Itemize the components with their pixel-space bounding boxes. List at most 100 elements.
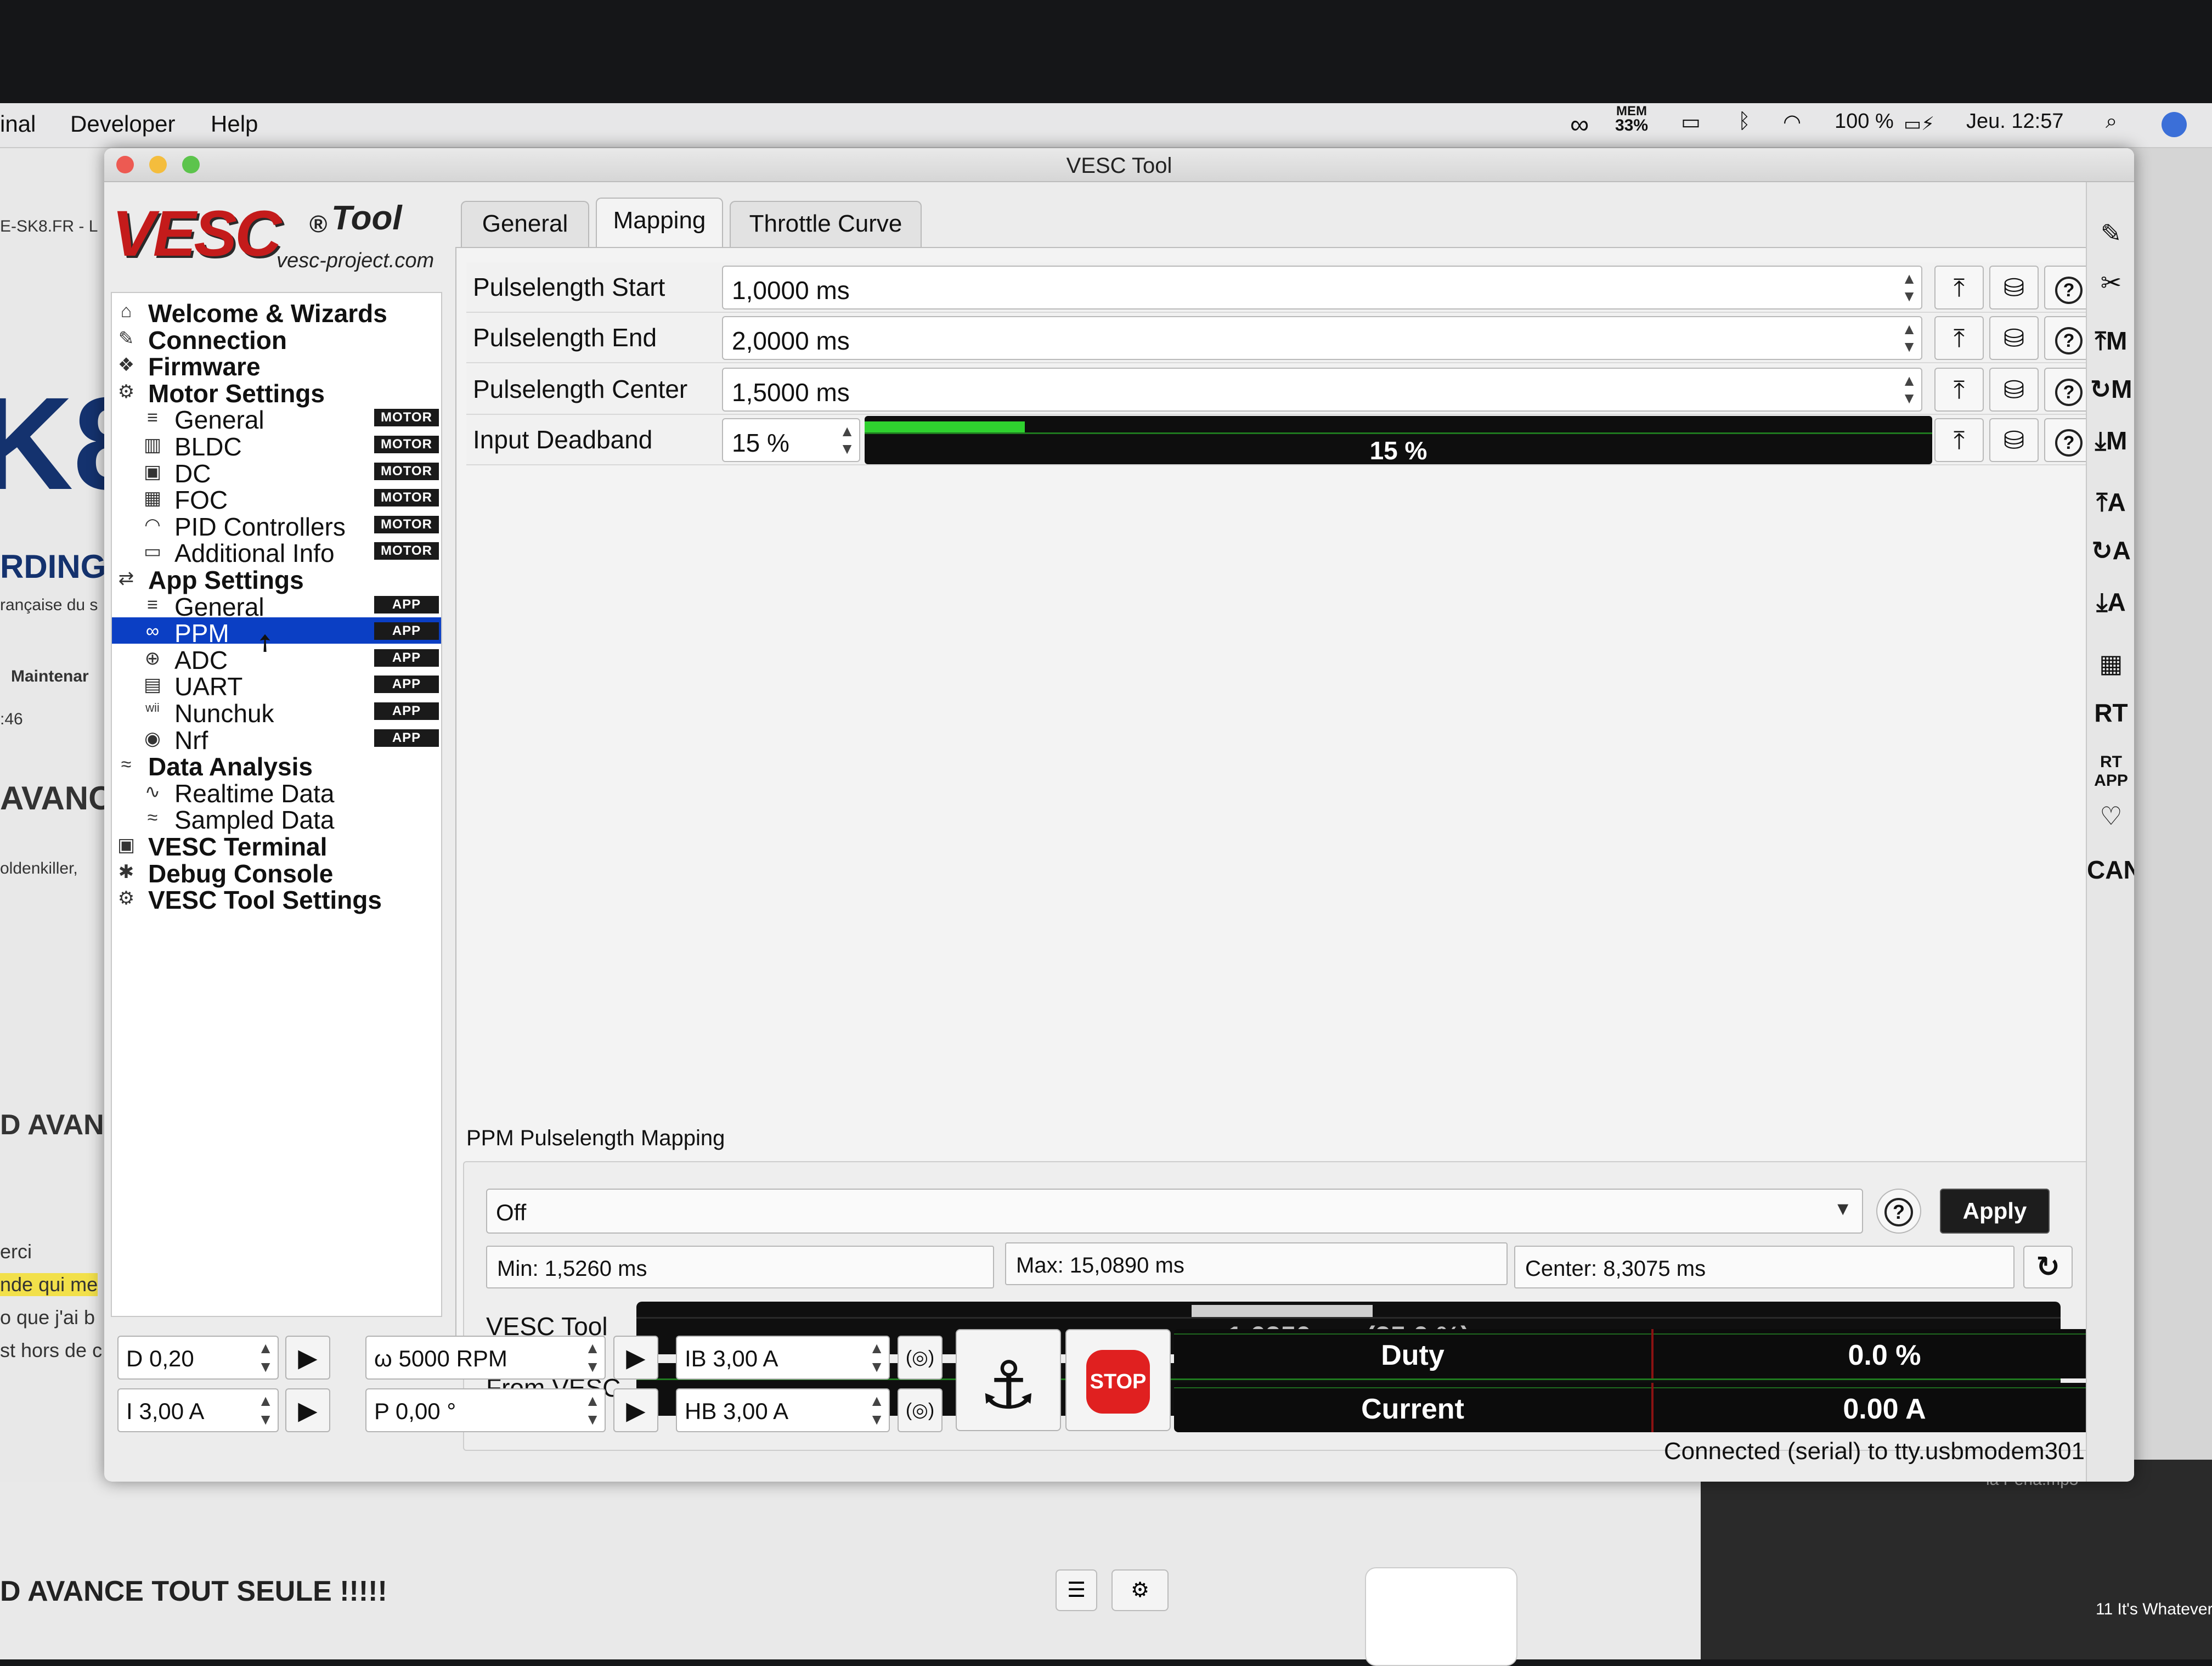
spin-arrows-icon[interactable]: ▲ ▼ bbox=[258, 1392, 273, 1429]
help-icon: ? bbox=[1884, 1198, 1913, 1226]
sidebar-item-pid-controllers[interactable]: ◠ PID Controllers MOTOR bbox=[112, 511, 441, 541]
param-value-input[interactable]: 15 % ▲ ▼ bbox=[722, 418, 860, 462]
spin-arrows-icon[interactable]: ▲ ▼ bbox=[869, 1339, 884, 1376]
position-input[interactable]: P 0,00 ° ▲ ▼ bbox=[365, 1388, 606, 1432]
duty-input[interactable]: D 0,20 ▲ ▼ bbox=[117, 1336, 279, 1380]
blocks-icon[interactable]: ▦ bbox=[2087, 649, 2134, 678]
sidebar-item-vesc-terminal[interactable]: ▣ VESC Terminal bbox=[112, 831, 441, 861]
disconnect-icon[interactable]: ✂ bbox=[2087, 268, 2134, 297]
read-default-button[interactable]: ⛁ bbox=[1989, 418, 2039, 462]
tab-general[interactable]: General bbox=[461, 201, 589, 248]
wifi-icon[interactable]: ◠ bbox=[1783, 110, 1801, 134]
sidebar-item-bldc[interactable]: ▥ BLDC MOTOR bbox=[112, 431, 441, 461]
connect-icon[interactable]: ✎ bbox=[2087, 218, 2134, 248]
creative-cloud-icon[interactable]: ∞ bbox=[1570, 110, 1589, 140]
sidebar-item-icon: ✱ bbox=[118, 861, 134, 882]
upload-button[interactable]: ⤒ bbox=[1934, 418, 1984, 462]
sidebar-item-debug-console[interactable]: ✱ Debug Console bbox=[112, 858, 441, 888]
read-app-config-icon[interactable]: ⤒A bbox=[2087, 487, 2134, 518]
current-input[interactable]: I 3,00 A ▲ ▼ bbox=[117, 1388, 279, 1432]
database-icon: ⛁ bbox=[2003, 426, 2025, 454]
spin-arrows-icon[interactable]: ▲ ▼ bbox=[258, 1339, 273, 1376]
sidebar-item-realtime-data[interactable]: ∿ Realtime Data bbox=[112, 778, 441, 808]
param-value-input[interactable]: 1,5000 ms ▲ ▼ bbox=[722, 368, 1922, 412]
mapping-mode-select[interactable]: Off ▼ bbox=[486, 1189, 1863, 1234]
settings-icon[interactable]: ⚙ bbox=[1111, 1569, 1169, 1611]
read-default-button[interactable]: ⛁ bbox=[1989, 368, 2039, 412]
set-duty-button[interactable]: ▶ bbox=[285, 1336, 330, 1380]
brake-current-input[interactable]: IB 3,00 A ▲ ▼ bbox=[676, 1336, 890, 1380]
read-default-motor-config-icon[interactable]: ↻M bbox=[2087, 374, 2134, 404]
param-value: 1,5000 ms bbox=[732, 378, 850, 407]
siri-icon[interactable] bbox=[2162, 112, 2187, 137]
mapping-help-button[interactable]: ? bbox=[1876, 1189, 1921, 1234]
sidebar-item-icon: ⚙ bbox=[117, 381, 135, 402]
spin-arrows-icon[interactable]: ▲ ▼ bbox=[1901, 270, 1917, 305]
sidebar-item-app-settings[interactable]: ⇄ App Settings bbox=[112, 564, 441, 594]
menu-help[interactable]: Help bbox=[211, 111, 258, 137]
spin-arrows-icon[interactable]: ▲ ▼ bbox=[869, 1392, 884, 1429]
can-icon[interactable]: CAN bbox=[2087, 855, 2134, 885]
read-default-app-config-icon[interactable]: ↻A bbox=[2087, 536, 2134, 565]
heart-icon[interactable]: ♡ bbox=[2087, 801, 2134, 831]
realtime-app-data-icon[interactable]: RT APP bbox=[2087, 753, 2134, 790]
rpm-input[interactable]: ω 5000 RPM ▲ ▼ bbox=[365, 1336, 606, 1380]
sidebar-item-foc[interactable]: ▦ FOC MOTOR bbox=[112, 484, 441, 514]
spin-arrows-icon[interactable]: ▲ ▼ bbox=[1901, 372, 1917, 407]
upload-button[interactable]: ⤒ bbox=[1934, 316, 1984, 360]
set-rpm-button[interactable]: ▶ bbox=[613, 1336, 658, 1380]
read-motor-config-icon[interactable]: ⤒M bbox=[2087, 326, 2134, 357]
tab-throttle-curve[interactable]: Throttle Curve bbox=[730, 201, 922, 248]
realtime-data-icon[interactable]: RT bbox=[2087, 698, 2134, 728]
sidebar-item-vesc-tool-settings[interactable]: ⚙ VESC Tool Settings bbox=[112, 884, 441, 914]
sidebar-item-dc[interactable]: ▣ DC MOTOR bbox=[112, 458, 441, 488]
stop-button[interactable]: STOP bbox=[1065, 1329, 1171, 1431]
apply-button[interactable]: Apply bbox=[1940, 1189, 2050, 1234]
category-badge: APP bbox=[374, 676, 439, 694]
sidebar-item-uart[interactable]: ▤ UART APP bbox=[112, 671, 441, 701]
comment-icon[interactable]: ☰ bbox=[1056, 1569, 1097, 1611]
spin-arrows-icon[interactable]: ▲ ▼ bbox=[585, 1392, 600, 1429]
sidebar-item-additional-info[interactable]: ▭ Additional Info MOTOR bbox=[112, 537, 441, 567]
upload-button[interactable]: ⤒ bbox=[1934, 368, 1984, 412]
spotlight-icon[interactable]: ⌕ bbox=[2106, 110, 2117, 133]
upload-button[interactable]: ⤒ bbox=[1934, 266, 1984, 309]
read-default-button[interactable]: ⛁ bbox=[1989, 316, 2039, 360]
anchor-button[interactable]: ⚓ bbox=[956, 1329, 1061, 1431]
set-current-button[interactable]: ▶ bbox=[285, 1388, 330, 1432]
sidebar-item-sampled-data[interactable]: ≈ Sampled Data bbox=[112, 804, 441, 834]
menu-terminal[interactable]: inal bbox=[0, 111, 36, 137]
sidebar-item-welcome-wizards[interactable]: ⌂ Welcome & Wizards bbox=[112, 297, 441, 328]
sidebar-item-icon: ∿ bbox=[144, 781, 161, 802]
param-value: 2,0000 ms bbox=[732, 327, 850, 355]
sidebar-item-general[interactable]: ≡ General MOTOR bbox=[112, 404, 441, 434]
set-brake-button[interactable]: (◎) bbox=[898, 1336, 943, 1380]
sidebar-item-nrf[interactable]: ◉ Nrf APP bbox=[112, 724, 441, 755]
set-position-button[interactable]: ▶ bbox=[613, 1388, 658, 1432]
sidebar-item-data-analysis[interactable]: ≈ Data Analysis bbox=[112, 751, 441, 781]
sidebar-item-motor-settings[interactable]: ⚙ Motor Settings bbox=[112, 378, 441, 408]
clock[interactable]: Jeu. 12:57 bbox=[1966, 110, 2063, 133]
reset-mapping-button[interactable]: ↻ bbox=[2023, 1246, 2073, 1288]
write-motor-config-icon[interactable]: ⤓M bbox=[2087, 426, 2134, 457]
airplay-icon[interactable]: ▭ bbox=[1681, 110, 1701, 134]
tab-mapping[interactable]: Mapping bbox=[596, 198, 723, 249]
sidebar-item-nunchuk[interactable]: wii Nunchuk APP bbox=[112, 697, 441, 728]
category-badge: MOTOR bbox=[374, 462, 439, 480]
sidebar-item-general[interactable]: ≡ General APP bbox=[112, 591, 441, 621]
param-value-input[interactable]: 1,0000 ms ▲ ▼ bbox=[722, 266, 1922, 309]
set-handbrake-button[interactable]: (◎) bbox=[898, 1388, 943, 1432]
handbrake-input[interactable]: HB 3,00 A ▲ ▼ bbox=[676, 1388, 890, 1432]
read-default-button[interactable]: ⛁ bbox=[1989, 266, 2039, 309]
param-value-input[interactable]: 2,0000 ms ▲ ▼ bbox=[722, 316, 1922, 360]
sidebar-item-connection[interactable]: ✎ Connection bbox=[112, 324, 441, 354]
sidebar-item-firmware[interactable]: ❖ Firmware bbox=[112, 351, 441, 381]
write-app-config-icon[interactable]: ⤓A bbox=[2087, 587, 2134, 618]
battery-icon[interactable]: ▭⚡ bbox=[1904, 113, 1934, 135]
sidebar-item-ppm[interactable]: ∞ PPM APP bbox=[112, 617, 441, 648]
bluetooth-icon[interactable]: ᛒ bbox=[1738, 110, 1751, 133]
spin-arrows-icon[interactable]: ▲ ▼ bbox=[839, 423, 855, 458]
spin-arrows-icon[interactable]: ▲ ▼ bbox=[585, 1339, 600, 1376]
spin-arrows-icon[interactable]: ▲ ▼ bbox=[1901, 320, 1917, 356]
menu-developer[interactable]: Developer bbox=[70, 111, 175, 137]
